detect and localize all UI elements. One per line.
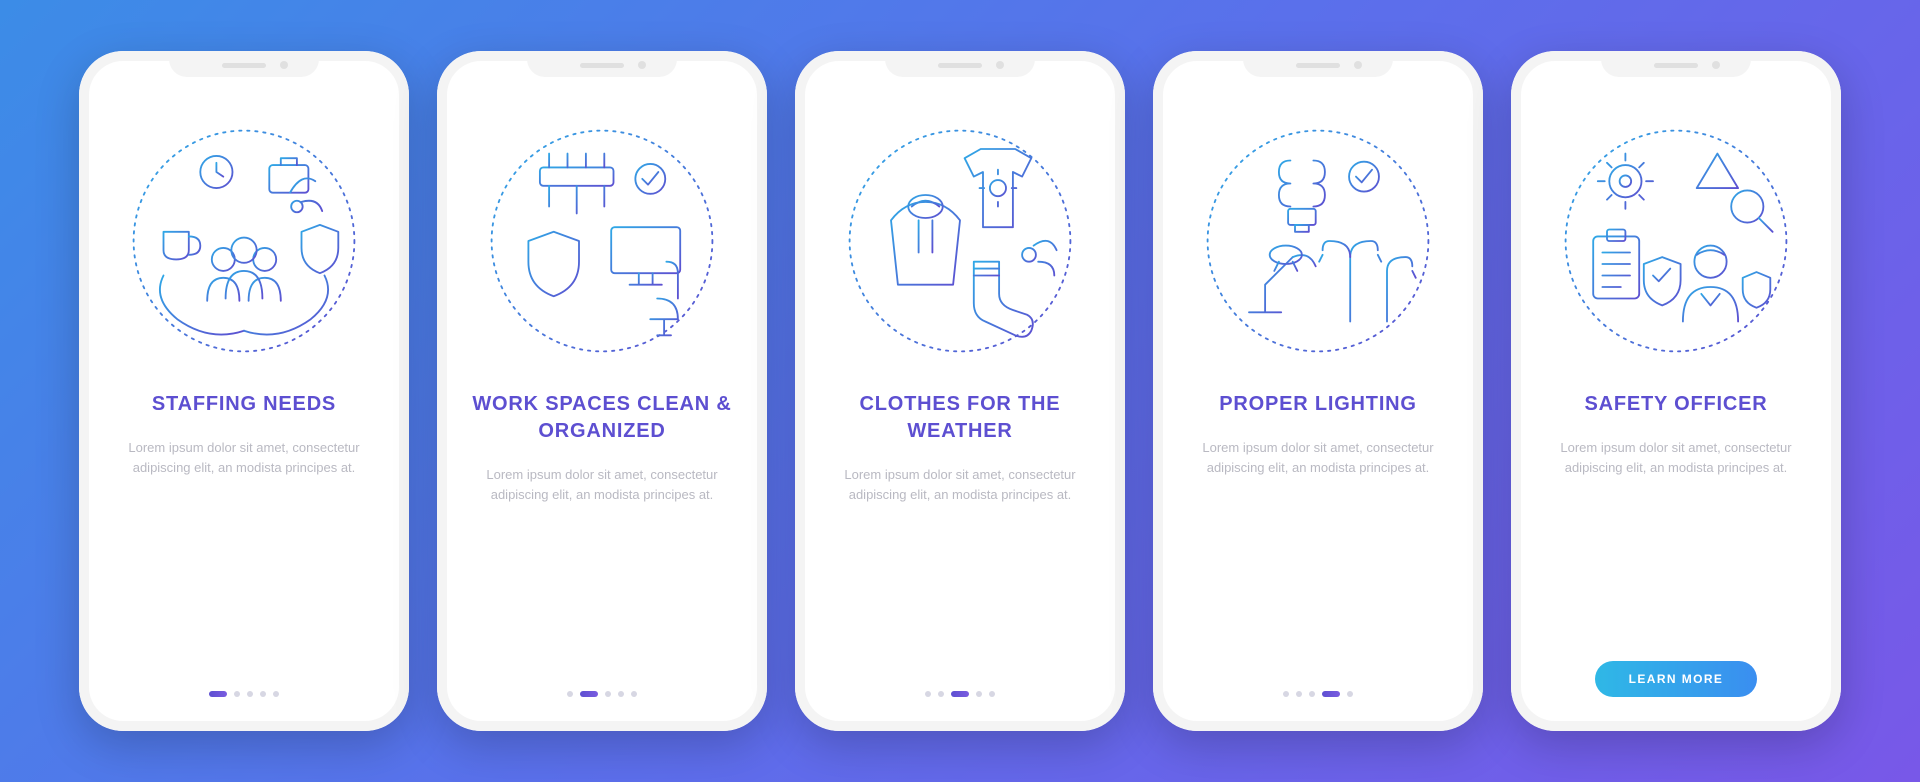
dot <box>925 691 931 697</box>
workspaces-clean-icon <box>482 121 722 361</box>
dot <box>1283 691 1289 697</box>
dot <box>234 691 240 697</box>
onboarding-slide: CLOTHES FOR THE WEATHER Lorem ipsum dolo… <box>795 51 1125 731</box>
slide-body: Lorem ipsum dolor sit amet, consectetur … <box>823 465 1097 505</box>
slide-title: PROPER LIGHTING <box>1215 391 1421 418</box>
staffing-needs-icon <box>124 121 364 361</box>
learn-more-button[interactable]: LEARN MORE <box>1595 661 1758 697</box>
dot <box>260 691 266 697</box>
phone-notch <box>1601 51 1751 77</box>
safety-officer-icon <box>1556 121 1796 361</box>
onboarding-slide: WORK SPACES CLEAN & ORGANIZED Lorem ipsu… <box>437 51 767 731</box>
page-indicator <box>209 691 279 697</box>
dot <box>273 691 279 697</box>
phone-notch <box>169 51 319 77</box>
slide-body: Lorem ipsum dolor sit amet, consectetur … <box>107 438 381 478</box>
dot <box>938 691 944 697</box>
phone-notch <box>527 51 677 77</box>
clothes-weather-icon <box>840 121 1080 361</box>
dot-active <box>580 691 598 697</box>
dot <box>989 691 995 697</box>
dot <box>631 691 637 697</box>
slide-body: Lorem ipsum dolor sit amet, consectetur … <box>465 465 739 505</box>
slide-body: Lorem ipsum dolor sit amet, consectetur … <box>1539 438 1813 478</box>
dot <box>247 691 253 697</box>
dot-active <box>1322 691 1340 697</box>
slide-title: SAFETY OFFICER <box>1580 391 1771 418</box>
page-indicator <box>1283 691 1353 697</box>
phone-notch <box>885 51 1035 77</box>
dot <box>1347 691 1353 697</box>
dot <box>1296 691 1302 697</box>
slide-title: STAFFING NEEDS <box>148 391 340 418</box>
onboarding-slide: PROPER LIGHTING Lorem ipsum dolor sit am… <box>1153 51 1483 731</box>
page-indicator <box>925 691 995 697</box>
dot <box>1309 691 1315 697</box>
onboarding-slide: STAFFING NEEDS Lorem ipsum dolor sit ame… <box>79 51 409 731</box>
dot-active <box>209 691 227 697</box>
onboarding-slide: SAFETY OFFICER Lorem ipsum dolor sit ame… <box>1511 51 1841 731</box>
slide-title: WORK SPACES CLEAN & ORGANIZED <box>465 391 739 445</box>
slide-body: Lorem ipsum dolor sit amet, consectetur … <box>1181 438 1455 478</box>
page-indicator <box>567 691 637 697</box>
dot <box>618 691 624 697</box>
dot <box>976 691 982 697</box>
dot-active <box>951 691 969 697</box>
dot <box>605 691 611 697</box>
slide-title: CLOTHES FOR THE WEATHER <box>823 391 1097 445</box>
dot <box>567 691 573 697</box>
proper-lighting-icon <box>1198 121 1438 361</box>
phone-notch <box>1243 51 1393 77</box>
